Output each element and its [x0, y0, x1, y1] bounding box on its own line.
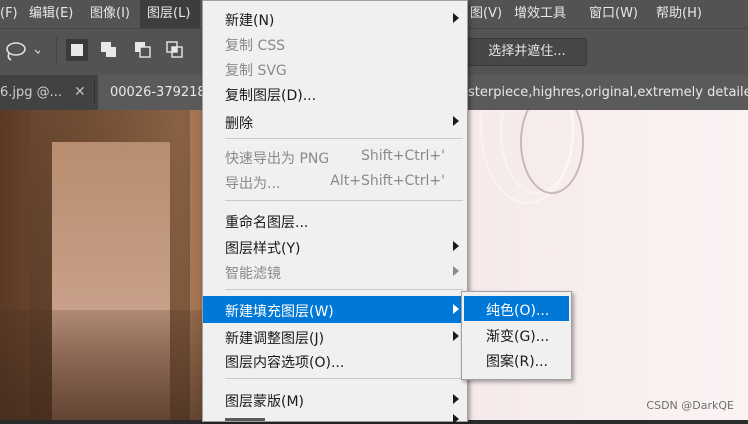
menu-item-copy-css[interactable]: 复制 CSS: [203, 31, 467, 56]
menu-item-label: 新建填充图层(W): [225, 304, 334, 320]
menu-item-label: 快速导出为 PNG: [225, 151, 330, 167]
menu-help[interactable]: 帮助(H): [656, 0, 702, 28]
artwork-shadow: [0, 310, 202, 420]
menu-item-rename-layer[interactable]: 重命名图层...: [203, 208, 467, 233]
menu-item-label: 重命名图层...: [225, 215, 309, 231]
menu-layer[interactable]: 图层(L): [140, 0, 200, 28]
submenu-arrow-icon: [453, 13, 459, 23]
submenu-item-label: 图案(R)...: [486, 354, 549, 370]
intersect-selection-icon[interactable]: [164, 39, 186, 61]
menu-view[interactable]: 图(V): [470, 0, 502, 28]
submenu-arrow-icon: [453, 304, 459, 314]
menu-item-shortcut: Alt+Shift+Ctrl+': [330, 173, 445, 189]
watermark: CSDN @DarkQE: [646, 399, 734, 412]
menu-item-copy-svg[interactable]: 复制 SVG: [203, 56, 467, 81]
add-to-selection-icon[interactable]: [98, 39, 120, 61]
menu-separator: [225, 200, 463, 201]
lasso-icon[interactable]: [4, 41, 42, 63]
tab-document-2[interactable]: 00026-379218: [98, 75, 202, 110]
submenu-item-solid-color[interactable]: 纯色(O)...: [464, 296, 569, 321]
menu-separator: [225, 138, 463, 139]
divider: [56, 37, 57, 65]
divider: [94, 81, 95, 104]
submenu-arrow-icon: [453, 394, 459, 404]
submenu-arrow-icon: [453, 331, 459, 341]
menu-edit[interactable]: 编辑(E): [29, 0, 73, 28]
submenu-arrow-icon: [453, 266, 459, 276]
submenu-arrow-icon: [453, 414, 459, 424]
menu-item-label: 图层内容选项(O)...: [225, 355, 345, 371]
menu-item-export-as[interactable]: 导出为... Alt+Shift+Ctrl+': [203, 169, 467, 194]
menu-separator: [225, 378, 463, 379]
submenu-arrow-icon: [453, 116, 459, 126]
submenu-item-gradient[interactable]: 渐变(G)...: [464, 322, 569, 347]
menu-window[interactable]: 窗口(W): [589, 0, 638, 28]
menu-item-label: 图层蒙版(M): [225, 394, 305, 410]
menu-item-duplicate-layer[interactable]: 复制图层(D)...: [203, 81, 467, 106]
menu-item-label: 新建(N): [225, 13, 275, 29]
close-icon[interactable]: ✕: [74, 75, 86, 110]
fill-layer-submenu: 纯色(O)... 渐变(G)... 图案(R)...: [461, 291, 572, 380]
menu-item-label: 复制 SVG: [225, 63, 287, 79]
subtract-from-selection-icon[interactable]: [132, 39, 154, 61]
menu-item-layer-mask[interactable]: 图层蒙版(M): [203, 387, 467, 412]
menu-item-layer-content-options[interactable]: 图层内容选项(O)...: [203, 348, 467, 373]
menu-item-smart-filter[interactable]: 智能滤镜: [203, 259, 467, 284]
menu-item-shortcut: Shift+Ctrl+': [360, 148, 445, 164]
submenu-item-pattern[interactable]: 图案(R)...: [464, 347, 569, 372]
tab-document-2-title[interactable]: sterpiece,highres,original,extremely det…: [466, 75, 748, 110]
menu-item-label: 复制图层(D)...: [225, 88, 317, 104]
menu-file[interactable]: (F): [0, 0, 20, 28]
menu-item-label: 复制 CSS: [225, 38, 285, 54]
menu-image[interactable]: 图像(I): [90, 0, 130, 28]
select-and-mask-button[interactable]: 选择并遮住...: [467, 38, 587, 66]
menu-separator: [225, 289, 463, 290]
menu-item-label: 图层样式(Y): [225, 241, 301, 257]
menu-item-layer-style[interactable]: 图层样式(Y): [203, 234, 467, 259]
menu-item-delete[interactable]: 删除: [203, 109, 467, 134]
tab-document-1[interactable]: 6.jpg @...: [0, 75, 70, 110]
new-selection-icon[interactable]: [66, 39, 88, 61]
menu-item-new-adjustment-layer[interactable]: 新建调整图层(J): [203, 324, 467, 349]
menu-item-new[interactable]: 新建(N): [203, 6, 467, 31]
menu-item-label: 删除: [225, 116, 253, 132]
layer-menu-dropdown: 新建(N) 复制 CSS 复制 SVG 复制图层(D)... 删除 快速导出为 …: [202, 0, 468, 424]
menu-plugins[interactable]: 增效工具: [514, 0, 566, 28]
menu-item-label: 新建调整图层(J): [225, 331, 325, 347]
submenu-item-label: 纯色(O)...: [486, 303, 550, 319]
menu-item-quick-export-png[interactable]: 快速导出为 PNG Shift+Ctrl+': [203, 144, 467, 169]
menu-item-label: 智能滤镜: [225, 266, 281, 282]
menu-item-label: 导出为...: [225, 176, 281, 192]
submenu-item-label: 渐变(G)...: [486, 329, 550, 345]
submenu-arrow-icon: [453, 241, 459, 251]
menu-item-new-fill-layer[interactable]: 新建填充图层(W): [203, 296, 467, 323]
